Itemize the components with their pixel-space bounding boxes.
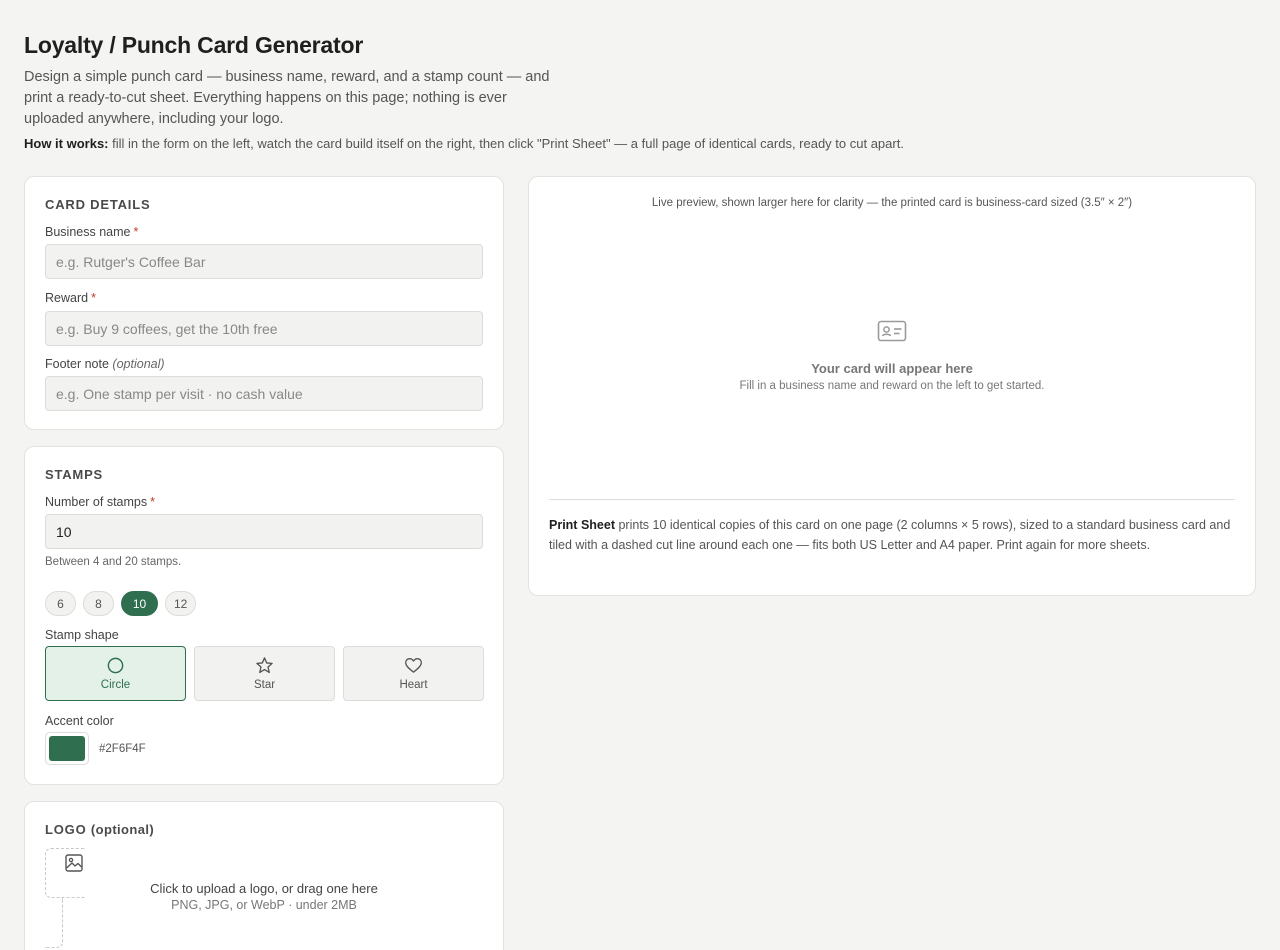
preview-caption: Live preview, shown larger here for clar… xyxy=(651,197,1133,209)
stamp-count-hint: Between 4 and 20 stamps. xyxy=(45,556,182,568)
footer-note-input[interactable] xyxy=(45,376,483,411)
heart-icon xyxy=(405,657,422,673)
image-icon xyxy=(65,854,83,872)
empty-state-title: Your card will appear here xyxy=(811,361,973,376)
stamp-count-label: Number of stamps * xyxy=(45,495,155,509)
stamp-shape-options: Circle Star Heart xyxy=(45,646,484,701)
how-it-works-text: fill in the form on the left, watch the … xyxy=(112,136,904,151)
accent-color-hex: #2F6F4F xyxy=(99,743,146,755)
stamp-shape-label: Stamp shape xyxy=(45,628,119,642)
star-icon xyxy=(256,657,273,674)
divider xyxy=(549,499,1235,500)
preset-10-button[interactable]: 10 xyxy=(121,591,158,616)
reward-input[interactable] xyxy=(45,311,483,346)
stamp-presets: 6 8 10 12 xyxy=(45,591,197,616)
shape-heart-label: Heart xyxy=(399,679,428,691)
preset-8-button[interactable]: 8 xyxy=(83,591,114,616)
accent-color-label: Accent color xyxy=(45,714,114,728)
accent-color-picker[interactable] xyxy=(45,732,89,765)
card-details-title: CARD DETAILS xyxy=(45,197,151,212)
empty-state-subtitle: Fill in a business name and reward on th… xyxy=(739,380,1045,392)
reward-label: Reward * xyxy=(45,291,96,305)
preset-6-button[interactable]: 6 xyxy=(45,591,76,616)
logo-panel: LOGO (optional) Click to upload a logo, … xyxy=(24,801,504,950)
stamp-count-input[interactable] xyxy=(45,514,483,549)
upload-formats: PNG, JPG, or WebP · under 2MB xyxy=(171,898,357,912)
intro-text: Design a simple punch card — business na… xyxy=(24,69,550,127)
shape-circle-button[interactable]: Circle xyxy=(45,646,186,701)
shape-heart-button[interactable]: Heart xyxy=(343,646,484,701)
footer-note-label: Footer note (optional) xyxy=(45,357,165,371)
upload-instructions: Click to upload a logo, or drag one here xyxy=(150,881,378,896)
stamps-panel: STAMPS Number of stamps* Between 4 and 2… xyxy=(24,446,504,785)
how-it-works: How it works: fill in the form on the le… xyxy=(24,136,904,151)
print-sheet-text: prints 10 identical copies of this card … xyxy=(549,518,1231,552)
circle-icon xyxy=(107,657,124,674)
logo-title: LOGO (optional) xyxy=(45,822,155,837)
how-it-works-label: How it works: xyxy=(24,136,109,151)
shape-star-button[interactable]: Star xyxy=(194,646,335,701)
stamps-title: STAMPS xyxy=(45,467,104,482)
preset-12-button[interactable]: 12 xyxy=(165,591,197,616)
accent-color-swatch xyxy=(49,736,85,761)
preview-panel: Live preview, shown larger here for clar… xyxy=(528,176,1256,596)
business-name-input[interactable] xyxy=(45,244,483,279)
card-details-panel: CARD DETAILS Business name* Reward* Foot… xyxy=(24,176,504,430)
print-sheet-note: Print Sheet prints 10 identical copies o… xyxy=(549,515,1235,555)
id-card-icon xyxy=(877,320,907,342)
logo-upload-dropzone[interactable]: Click to upload a logo, or drag one here… xyxy=(45,848,483,948)
print-sheet-label: Print Sheet xyxy=(549,518,615,532)
shape-circle-label: Circle xyxy=(100,679,131,691)
shape-star-label: Star xyxy=(253,679,276,691)
page-title: Loyalty / Punch Card Generator xyxy=(24,32,364,58)
business-name-label: Business name * xyxy=(45,225,139,239)
